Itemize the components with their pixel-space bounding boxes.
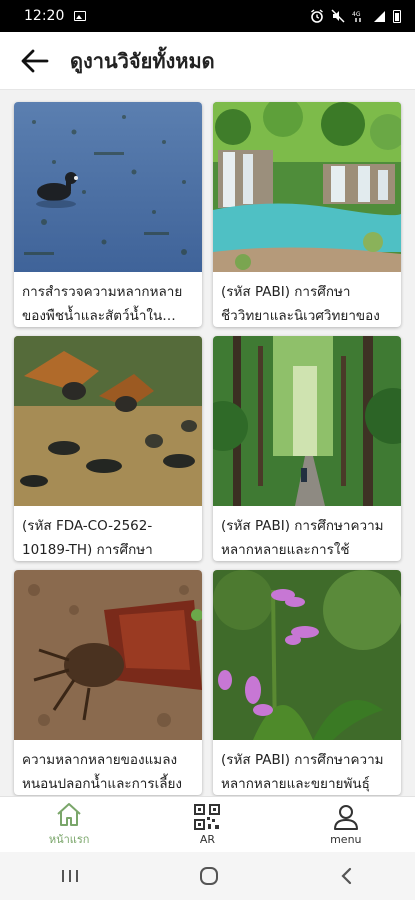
research-card[interactable]: (รหัส PABI) การศึกษาความหลากหลายและขยายพ…: [213, 570, 401, 795]
card-title: (รหัส PABI) การศึกษาชีววิทยาและนิเวศวิทย…: [221, 284, 380, 324]
volte-icon: 4G: [352, 11, 361, 22]
nav-ar[interactable]: AR: [138, 797, 276, 852]
research-card[interactable]: (รหัส PABI) การศึกษาชีววิทยาและนิเวศวิทย…: [213, 102, 401, 327]
page-title: ดูงานวิจัยทั้งหมด: [70, 48, 215, 73]
nav-home[interactable]: หน้าแรก: [0, 797, 138, 852]
research-card[interactable]: ความหลากหลายของแมลงหนอนปลอกน้ำและการเลี้…: [14, 570, 202, 795]
card-image-forest: [213, 336, 401, 506]
person-icon[interactable]: [333, 804, 359, 830]
mute-icon: [331, 9, 345, 23]
card-title: (รหัส FDA-CO-2562-10189-TH) การศึกษา: [22, 518, 153, 558]
nav-menu[interactable]: menu: [277, 797, 415, 852]
card-image-peafowl: [14, 336, 202, 506]
card-title: การสำรวจความหลากหลายของพืชน้ำและสัตว์น้ำ…: [22, 284, 183, 324]
card-image-insect: [14, 570, 202, 740]
nav-ar-label: AR: [199, 832, 216, 846]
alarm-icon: [311, 9, 323, 23]
back-button[interactable]: [0, 32, 70, 90]
card-title: (รหัส PABI) การศึกษาความหลากหลายและการใช…: [221, 518, 384, 558]
arrow-left-icon[interactable]: [21, 49, 49, 73]
nav-menu-label: menu: [330, 832, 362, 846]
research-card[interactable]: (รหัส FDA-CO-2562-10189-TH) การศึกษา: [14, 336, 202, 561]
qr-code-icon[interactable]: [194, 803, 221, 830]
svg-text:4G: 4G: [352, 11, 361, 18]
signal-icon: [374, 10, 385, 22]
home-circle-icon[interactable]: [199, 866, 219, 886]
card-image-waterbird: [14, 102, 202, 272]
home-icon[interactable]: [55, 801, 83, 827]
recent-apps-icon[interactable]: [60, 868, 80, 884]
nav-home-label: หน้าแรก: [48, 833, 90, 846]
card-image-waterfall: [213, 102, 401, 272]
system-nav-bar: [0, 852, 415, 900]
app-bar: ดูงานวิจัยทั้งหมด: [0, 32, 415, 90]
research-grid: การสำรวจความหลากหลายของพืชน้ำและสัตว์น้ำ…: [0, 90, 415, 796]
bottom-nav: หน้าแรก AR menu: [0, 796, 415, 852]
back-chevron-icon[interactable]: [339, 867, 355, 885]
status-time: 12:20: [24, 8, 65, 24]
card-title: (รหัส PABI) การศึกษาความหลากหลายและขยายพ…: [221, 752, 384, 792]
research-card[interactable]: (รหัส PABI) การศึกษาความหลากหลายและการใช…: [213, 336, 401, 561]
battery-icon: [393, 9, 401, 23]
card-image-orchid: [213, 570, 401, 740]
research-card[interactable]: การสำรวจความหลากหลายของพืชน้ำและสัตว์น้ำ…: [14, 102, 202, 327]
card-title: ความหลากหลายของแมลงหนอนปลอกน้ำและการเลี้…: [22, 752, 183, 792]
image-icon: [74, 11, 87, 21]
status-bar: 12:20 4G: [0, 0, 415, 32]
